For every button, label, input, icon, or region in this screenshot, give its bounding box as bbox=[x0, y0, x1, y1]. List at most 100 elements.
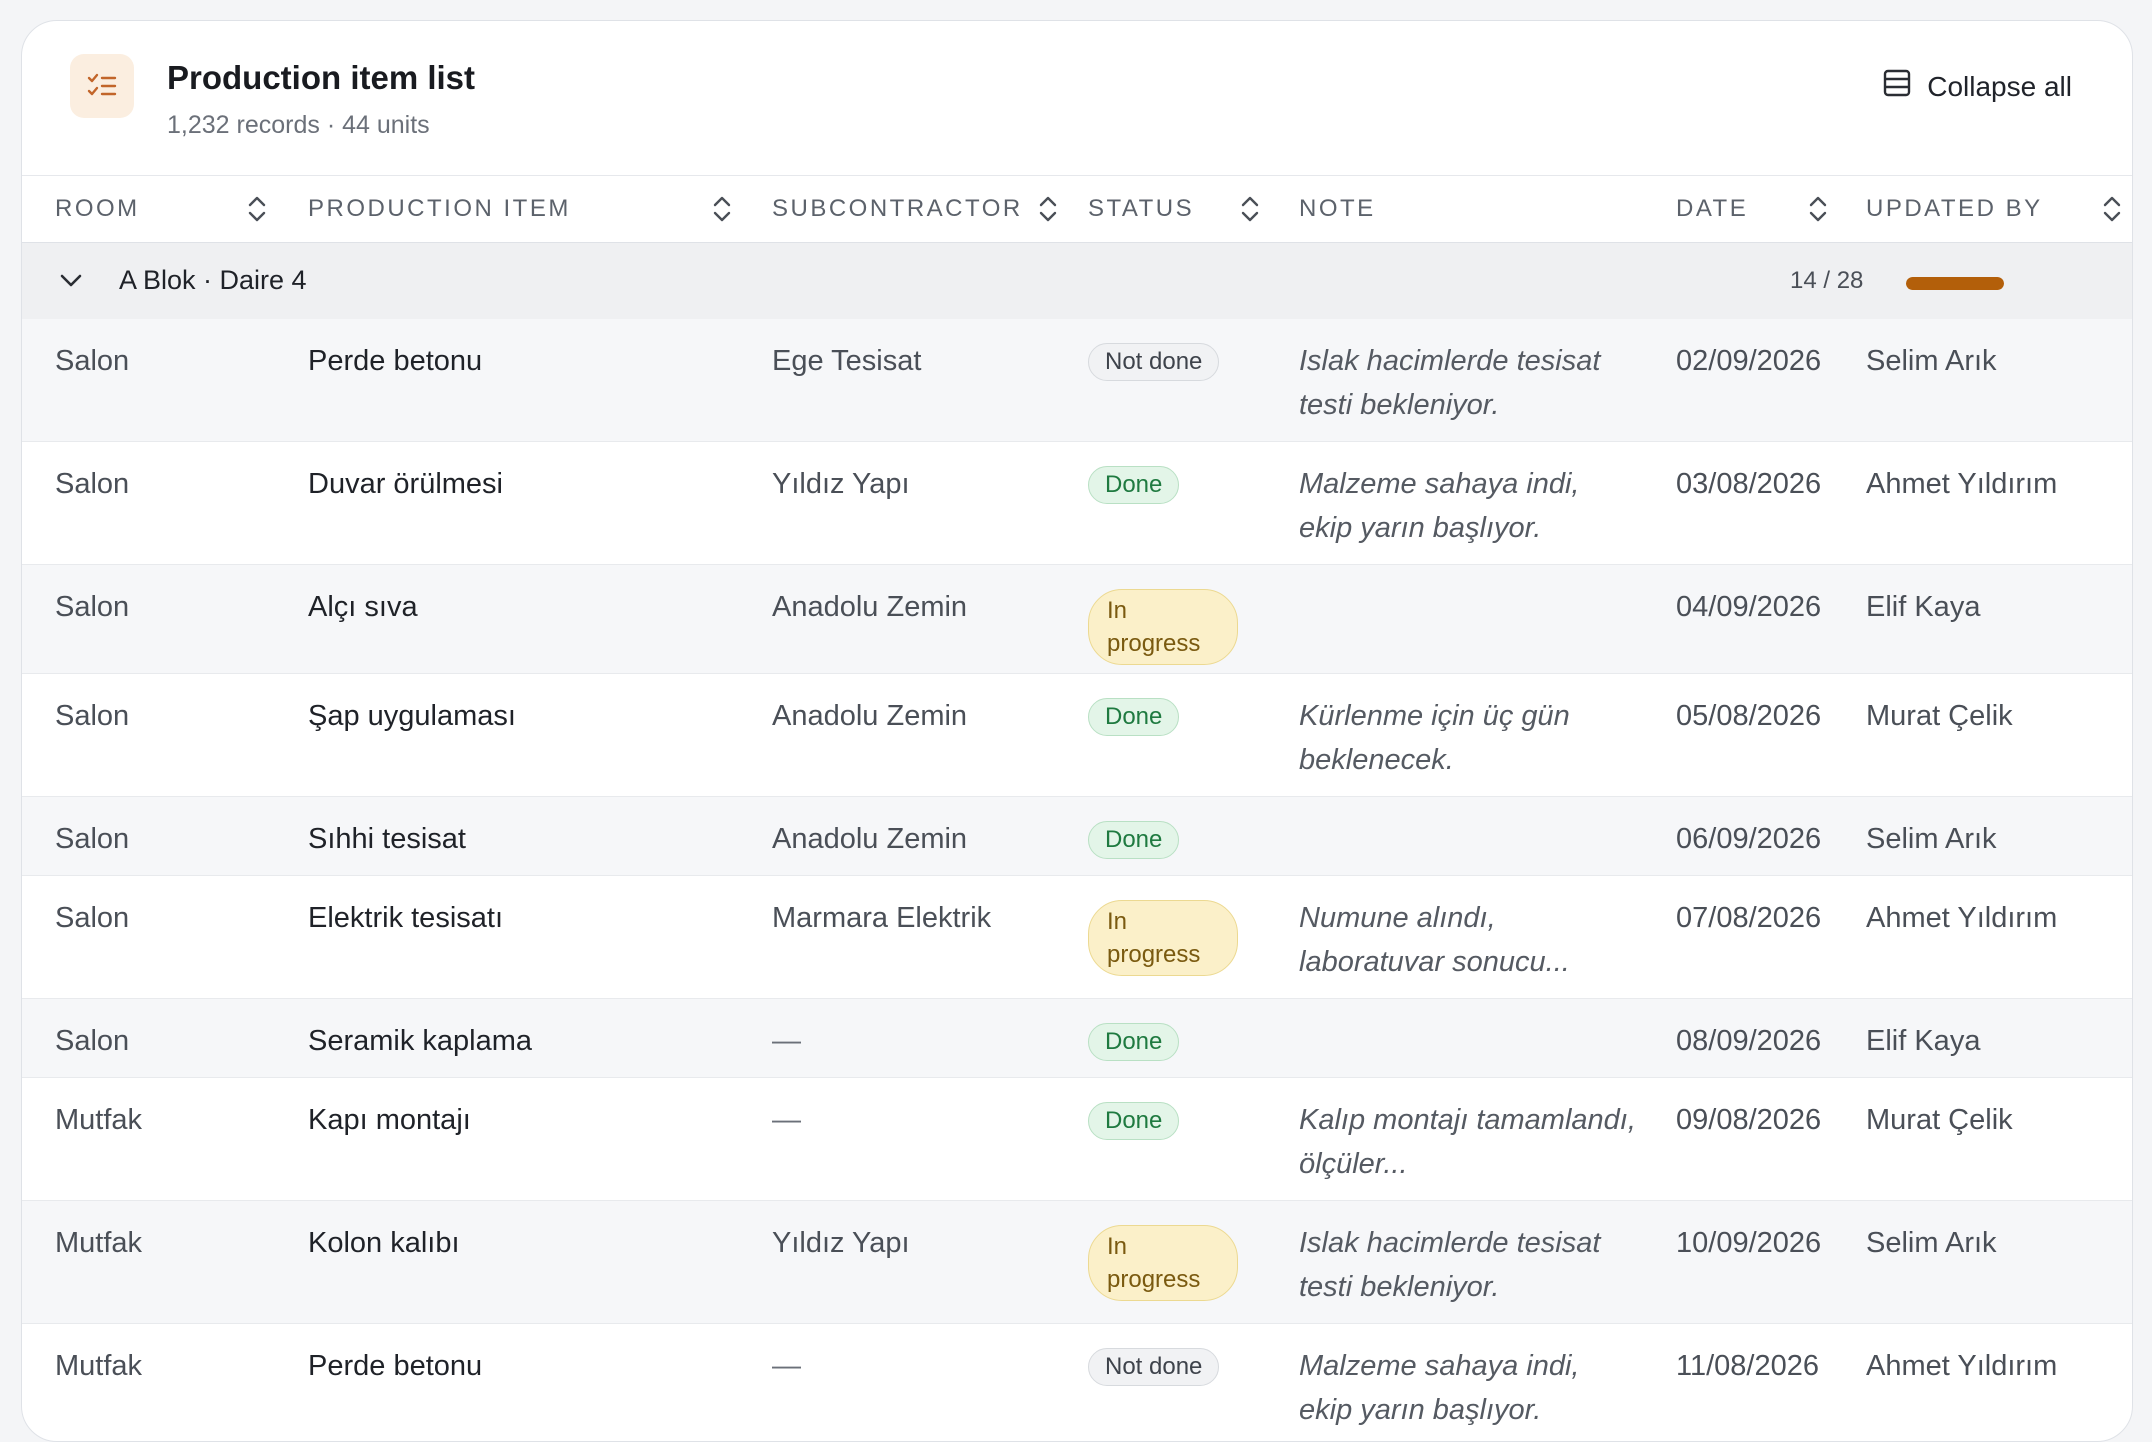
note-cell: Malzeme sahaya indi, ekip yarın başlıyor… bbox=[1299, 1350, 1580, 1426]
updated-by-cell: Murat Çelik bbox=[1866, 1104, 2013, 1136]
table-row[interactable]: Salon Sıhhi tesisat Anadolu Zemin 06/09/202… bbox=[22, 797, 2132, 876]
card-header: Production item list 1,232 records · 44 … bbox=[22, 21, 2132, 176]
date-cell: 04/09/2026 bbox=[1676, 591, 1822, 623]
table-header: ROOM PRODUCTION ITEM SUBCONTRACTOR STATU… bbox=[22, 176, 2132, 243]
date-cell: 08/09/2026 bbox=[1676, 1025, 1822, 1057]
subcontractor-cell: — bbox=[772, 1104, 801, 1136]
column-header-date[interactable]: DATE bbox=[1676, 176, 1748, 242]
checklist-icon bbox=[70, 54, 134, 118]
status-badge: Not done bbox=[1088, 1348, 1220, 1386]
sort-icon[interactable] bbox=[712, 193, 732, 230]
subcontractor-cell: Anadolu Zemin bbox=[772, 700, 968, 732]
status-badge: Not done bbox=[1088, 343, 1220, 381]
subcontractor-cell: Ege Tesisat bbox=[772, 345, 922, 377]
production-item-cell: Kapı montajı bbox=[308, 1104, 471, 1136]
production-item-cell: Duvar örülmesi bbox=[308, 468, 503, 500]
room-cell: Salon bbox=[55, 1025, 130, 1057]
sort-icon[interactable] bbox=[1038, 193, 1058, 230]
production-item-cell: Seramik kaplama bbox=[308, 1025, 533, 1057]
subcontractor-cell: — bbox=[772, 1350, 801, 1382]
note-cell: Kalıp montajı tamamlandı, ölçüler... bbox=[1299, 1104, 1636, 1180]
production-item-cell: Sıhhi tesisat bbox=[308, 823, 466, 855]
sort-icon[interactable] bbox=[1240, 193, 1260, 230]
updated-by-cell: Ahmet Yıldırım bbox=[1866, 1350, 2058, 1382]
room-cell: Salon bbox=[55, 700, 130, 732]
group-row[interactable]: A Blok · Daire 4 14 / 28 bbox=[22, 243, 2132, 319]
table-row[interactable]: Salon Seramik kaplama — 08/09/2026 Elif Kaya… bbox=[22, 999, 2132, 1078]
table-row[interactable]: Mutfak Kolon kalıbı Yıldız Yapı Islak hacim… bbox=[22, 1201, 2132, 1324]
production-item-cell: Perde betonu bbox=[308, 345, 483, 377]
updated-by-cell: Ahmet Yıldırım bbox=[1866, 468, 2058, 500]
production-item-cell: Şap uygulaması bbox=[308, 700, 516, 732]
note-cell: Islak hacimlerde tesisat testi bekleniyo… bbox=[1299, 345, 1601, 421]
table-row[interactable]: Salon Elektrik tesisatı Marmara Elektrik Nu… bbox=[22, 876, 2132, 999]
note-cell: Malzeme sahaya indi, ekip yarın başlıyor… bbox=[1299, 468, 1580, 544]
updated-by-cell: Murat Çelik bbox=[1866, 700, 2013, 732]
sort-icon[interactable] bbox=[247, 193, 267, 230]
column-header-production-item[interactable]: PRODUCTION ITEM bbox=[308, 176, 571, 242]
updated-by-cell: Elif Kaya bbox=[1866, 591, 1981, 623]
subcontractor-cell: Anadolu Zemin bbox=[772, 823, 968, 855]
table-body: Salon Perde betonu Ege Tesisat Islak haciml… bbox=[22, 319, 2132, 1441]
chevron-down-icon[interactable] bbox=[58, 269, 84, 296]
table-row[interactable]: Salon Duvar örülmesi Yıldız Yapı Malzeme sa… bbox=[22, 442, 2132, 565]
date-cell: 02/09/2026 bbox=[1676, 345, 1822, 377]
production-item-cell: Perde betonu bbox=[308, 1350, 483, 1382]
page-title: Production item list bbox=[167, 59, 476, 96]
room-cell: Mutfak bbox=[55, 1104, 143, 1136]
table-row[interactable]: Salon Perde betonu Ege Tesisat Islak haciml… bbox=[22, 319, 2132, 442]
status-badge: Done bbox=[1088, 821, 1180, 859]
collapse-all-button[interactable]: Collapse all bbox=[1883, 69, 2072, 104]
status-badge: Done bbox=[1088, 466, 1180, 504]
production-list-card: Production item list 1,232 records · 44 … bbox=[21, 20, 2133, 1442]
date-cell: 09/08/2026 bbox=[1676, 1104, 1822, 1136]
table-row[interactable]: Salon Alçı sıva Anadolu Zemin 04/09/2026 Eli… bbox=[22, 565, 2132, 674]
date-cell: 03/08/2026 bbox=[1676, 468, 1822, 500]
note-cell: Islak hacimlerde tesisat testi bekleniyo… bbox=[1299, 1227, 1601, 1303]
column-header-status[interactable]: STATUS bbox=[1088, 176, 1194, 242]
table-row[interactable]: Mutfak Perde betonu — Malzeme sahaya indi, … bbox=[22, 1324, 2132, 1441]
date-cell: 10/09/2026 bbox=[1676, 1227, 1822, 1259]
status-badge: Done bbox=[1088, 1023, 1180, 1061]
subcontractor-cell: Anadolu Zemin bbox=[772, 591, 968, 623]
updated-by-cell: Selim Arık bbox=[1866, 1227, 1997, 1259]
column-header-updated-by[interactable]: UPDATED BY bbox=[1866, 176, 2043, 242]
column-header-room[interactable]: ROOM bbox=[55, 176, 140, 242]
room-cell: Salon bbox=[55, 591, 130, 623]
room-cell: Salon bbox=[55, 902, 130, 934]
room-cell: Salon bbox=[55, 345, 130, 377]
status-badge: Done bbox=[1088, 1102, 1180, 1140]
table-row[interactable]: Mutfak Kapı montajı — Kalıp montajı tamamla… bbox=[22, 1078, 2132, 1201]
updated-by-cell: Elif Kaya bbox=[1866, 1025, 1981, 1057]
date-cell: 11/08/2026 bbox=[1676, 1350, 1819, 1382]
records-summary: 1,232 records · 44 units bbox=[167, 111, 430, 139]
subcontractor-cell: Marmara Elektrik bbox=[772, 902, 992, 934]
room-cell: Mutfak bbox=[55, 1350, 143, 1382]
note-cell: Numune alındı, laboratuvar sonucu... bbox=[1299, 902, 1570, 978]
subcontractor-cell: — bbox=[772, 1025, 801, 1057]
status-badge: In progress bbox=[1088, 900, 1238, 976]
updated-by-cell: Selim Arık bbox=[1866, 823, 1997, 855]
updated-by-cell: Selim Arık bbox=[1866, 345, 1997, 377]
subcontractor-cell: Yıldız Yapı bbox=[772, 1227, 910, 1259]
table-rows-icon bbox=[1883, 69, 1911, 104]
group-progress-bar bbox=[1906, 277, 2004, 290]
group-label: A Blok · Daire 4 bbox=[119, 265, 307, 295]
status-badge: In progress bbox=[1088, 589, 1238, 665]
group-progress-fill bbox=[1906, 277, 2004, 290]
status-badge: Done bbox=[1088, 698, 1180, 736]
table-row[interactable]: Salon Şap uygulaması Anadolu Zemin Kürlenme… bbox=[22, 674, 2132, 797]
sort-icon[interactable] bbox=[2102, 193, 2122, 230]
subcontractor-cell: Yıldız Yapı bbox=[772, 468, 910, 500]
status-badge: In progress bbox=[1088, 1225, 1238, 1301]
column-header-subcontractor[interactable]: SUBCONTRACTOR bbox=[772, 176, 1023, 242]
date-cell: 05/08/2026 bbox=[1676, 700, 1822, 732]
room-cell: Mutfak bbox=[55, 1227, 143, 1259]
column-header-note: NOTE bbox=[1299, 195, 1376, 222]
note-cell: Kürlenme için üç gün beklenecek. bbox=[1299, 700, 1570, 776]
room-cell: Salon bbox=[55, 468, 130, 500]
sort-icon[interactable] bbox=[1808, 193, 1828, 230]
date-cell: 06/09/2026 bbox=[1676, 823, 1822, 855]
room-cell: Salon bbox=[55, 823, 130, 855]
production-item-cell: Elektrik tesisatı bbox=[308, 902, 503, 934]
